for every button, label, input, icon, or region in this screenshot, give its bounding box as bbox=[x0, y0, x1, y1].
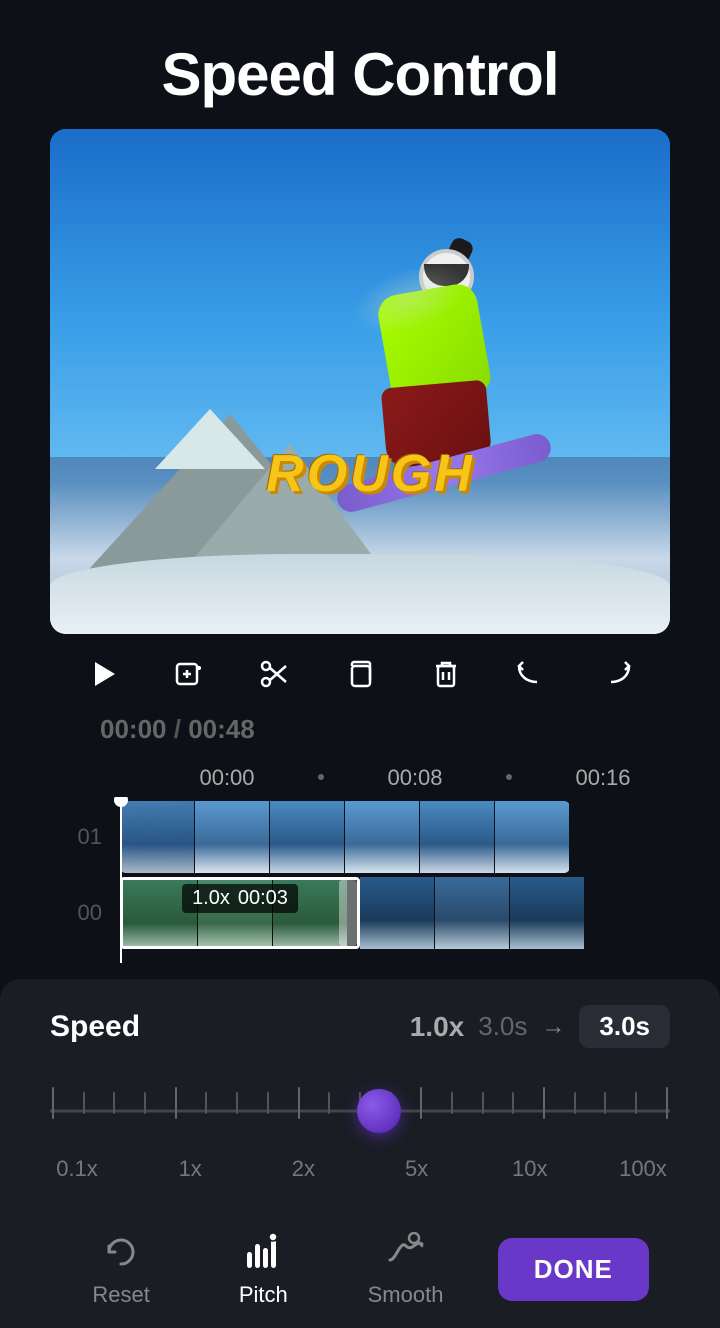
copy-button[interactable] bbox=[338, 652, 382, 696]
speed-label-5x: 5x bbox=[392, 1156, 442, 1182]
tick-16 bbox=[543, 1087, 545, 1119]
mountain-snow bbox=[155, 409, 265, 469]
smooth-icon bbox=[384, 1230, 428, 1274]
tick-3 bbox=[144, 1092, 146, 1114]
pitch-icon bbox=[241, 1230, 285, 1274]
dot-1 bbox=[318, 774, 324, 780]
tick-20 bbox=[666, 1087, 668, 1119]
remaining-thumb-3 bbox=[510, 877, 585, 949]
time-marker-2: 00:16 bbox=[556, 765, 650, 791]
pitch-label: Pitch bbox=[239, 1282, 288, 1308]
speed-label: Speed bbox=[50, 1010, 140, 1044]
track-01-label: 01 bbox=[0, 824, 120, 850]
thumb-01-6 bbox=[495, 801, 570, 873]
timeline-area: 00:00 / 00:48 00:00 00:08 00:16 01 bbox=[0, 714, 720, 973]
tick-6 bbox=[236, 1092, 238, 1114]
page-title: Speed Control bbox=[50, 40, 670, 109]
tick-18 bbox=[604, 1092, 606, 1114]
cut-button[interactable] bbox=[252, 652, 296, 696]
track-00-label: 00 bbox=[0, 900, 120, 926]
thumb-01-2 bbox=[195, 801, 270, 873]
delete-button[interactable] bbox=[424, 652, 468, 696]
speed-current-value: 1.0x bbox=[410, 1011, 465, 1043]
time-marker-0: 00:00 bbox=[180, 765, 274, 791]
tick-14 bbox=[482, 1092, 484, 1114]
reset-label: Reset bbox=[92, 1282, 149, 1308]
selected-segment[interactable]: 1.0x 00:03 bbox=[120, 877, 360, 949]
speed-duration-from: 3.0s bbox=[478, 1011, 527, 1042]
track-00-row: 00 1.0x 00:03 bbox=[0, 877, 720, 949]
reset-tool[interactable]: Reset bbox=[71, 1230, 171, 1308]
video-background: ROUGH bbox=[50, 129, 670, 634]
speed-value-group: 1.0x 3.0s → 3.0s bbox=[410, 1005, 670, 1048]
segment-speed-badge: 1.0x 00:03 bbox=[182, 884, 298, 913]
remaining-thumb-2 bbox=[435, 877, 510, 949]
thumb-01-4 bbox=[345, 801, 420, 873]
speed-header: Speed 1.0x 3.0s → 3.0s bbox=[50, 1005, 670, 1048]
time-markers-row: 00:00 00:08 00:16 bbox=[0, 759, 720, 797]
current-time-display: 00:00 / 00:48 bbox=[50, 714, 305, 753]
undo-button[interactable] bbox=[509, 652, 553, 696]
drag-handle-right[interactable] bbox=[339, 880, 357, 946]
editor-toolbar bbox=[0, 634, 720, 714]
tick-15 bbox=[512, 1092, 514, 1114]
speed-label-10x: 10x bbox=[505, 1156, 555, 1182]
add-clip-button[interactable] bbox=[167, 652, 211, 696]
time-marker-1: 00:08 bbox=[368, 765, 462, 791]
smooth-label: Smooth bbox=[368, 1282, 444, 1308]
speed-label-0-1x: 0.1x bbox=[52, 1156, 102, 1182]
speed-slider-thumb[interactable] bbox=[357, 1089, 401, 1133]
header: Speed Control bbox=[0, 0, 720, 129]
remaining-thumb-1 bbox=[360, 877, 435, 949]
thumb-01-1 bbox=[120, 801, 195, 873]
speed-label-100x: 100x bbox=[618, 1156, 668, 1182]
thumb-01-3 bbox=[270, 801, 345, 873]
tick-12 bbox=[420, 1087, 422, 1119]
snow-ground bbox=[50, 554, 670, 634]
tick-1 bbox=[83, 1092, 85, 1114]
tick-0 bbox=[52, 1087, 54, 1119]
track-00-content: 1.0x 00:03 bbox=[120, 877, 585, 949]
tick-19 bbox=[635, 1092, 637, 1114]
smooth-tool[interactable]: Smooth bbox=[356, 1230, 456, 1308]
video-watermark: ROUGH bbox=[266, 444, 475, 504]
playhead[interactable] bbox=[120, 797, 122, 963]
thumb-01-5 bbox=[420, 801, 495, 873]
speed-arrow-icon: → bbox=[541, 1013, 565, 1041]
video-preview: ROUGH bbox=[50, 129, 670, 634]
speed-label-2x: 2x bbox=[278, 1156, 328, 1182]
tick-5 bbox=[205, 1092, 207, 1114]
track-01-content bbox=[120, 801, 570, 873]
tick-13 bbox=[451, 1092, 453, 1114]
tick-17 bbox=[574, 1092, 576, 1114]
reset-icon bbox=[99, 1230, 143, 1274]
speed-duration-to: 3.0s bbox=[579, 1005, 670, 1048]
bottom-toolbar: Reset Pitch Smooth DONE bbox=[0, 1212, 720, 1328]
tick-4 bbox=[175, 1087, 177, 1119]
redo-button[interactable] bbox=[595, 652, 639, 696]
tick-8 bbox=[298, 1087, 300, 1119]
tracks-container: 01 bbox=[0, 797, 720, 963]
pitch-tool[interactable]: Pitch bbox=[213, 1230, 313, 1308]
dot-2 bbox=[506, 774, 512, 780]
tick-9 bbox=[328, 1092, 330, 1114]
tick-7 bbox=[267, 1092, 269, 1114]
done-button[interactable]: DONE bbox=[498, 1238, 649, 1301]
speed-panel: Speed 1.0x 3.0s → 3.0s bbox=[0, 979, 720, 1212]
play-button[interactable] bbox=[81, 652, 125, 696]
tick-2 bbox=[113, 1092, 115, 1114]
speed-label-1x: 1x bbox=[165, 1156, 215, 1182]
speed-slider-container[interactable] bbox=[50, 1076, 670, 1146]
slider-labels: 0.1x 1x 2x 5x 10x 100x bbox=[50, 1156, 670, 1182]
track-01-row: 01 bbox=[0, 801, 720, 873]
